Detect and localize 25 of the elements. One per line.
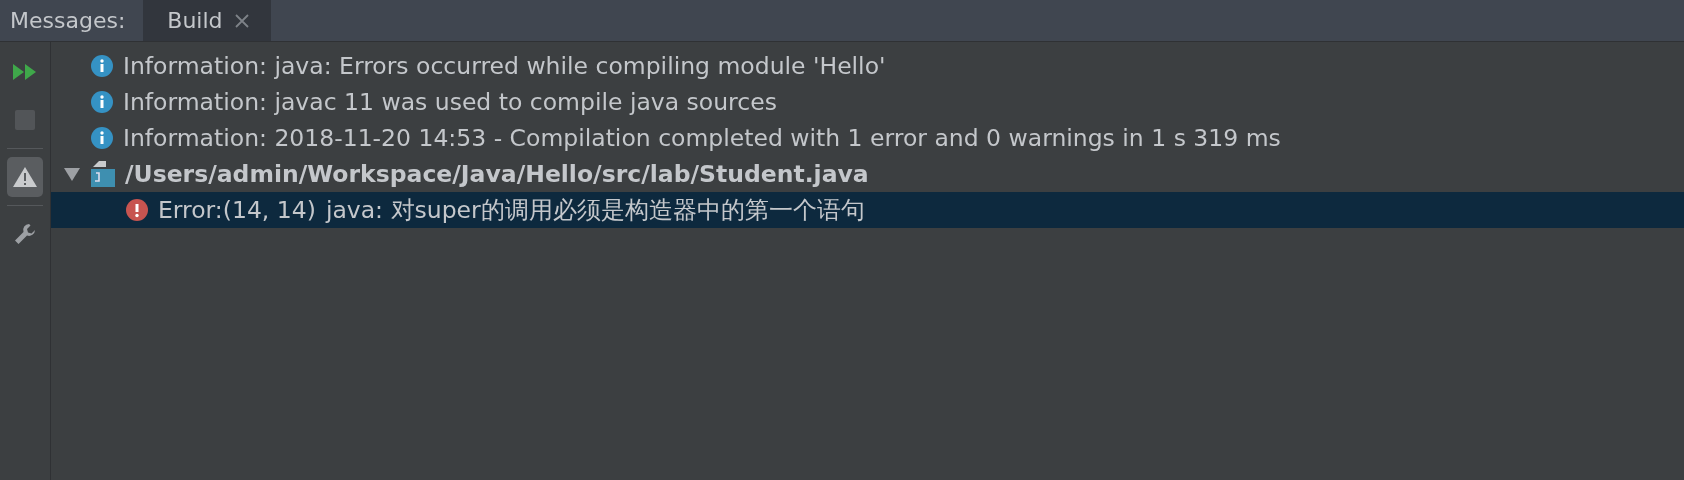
selected-tree-row[interactable]: Error:(14, 14) java: 对super的调用必须是构造器中的第一个语句: [51, 192, 1684, 228]
close-icon[interactable]: [234, 13, 249, 28]
wrench-icon: [14, 223, 36, 245]
info-icon: [91, 55, 113, 77]
rerun-icon: [12, 63, 38, 81]
tree-row[interactable]: Information: java: Errors occurred while compiling module 'Hello': [51, 48, 1684, 84]
info-icon: [91, 127, 113, 149]
expand-toggle-icon[interactable]: [63, 165, 81, 183]
error-location: Error:(14, 14): [158, 196, 316, 224]
tree-row[interactable]: /Users/admin/Workspace/Java/Hello/src/lab/Student.java: [51, 156, 1684, 192]
warnings-button[interactable]: [7, 157, 43, 197]
message-text: java: 对super的调用必须是构造器中的第一个语句: [325, 195, 865, 226]
info-icon: [91, 91, 113, 113]
panel-label: Messages:: [9, 7, 127, 35]
tab[interactable]: Build: [143, 0, 271, 41]
error-icon: [126, 199, 148, 221]
file-path: /Users/admin/Workspace/Java/Hello/src/lab/Student.java: [125, 160, 869, 188]
warning-icon: [12, 166, 38, 188]
tree-row[interactable]: Information: 2018-11-20 14:53 - Compilation completed with 1 error and 0 warnings in 1 s 319 ms: [51, 120, 1684, 156]
java-file-icon: [91, 161, 115, 187]
tab-label: Build: [167, 8, 223, 33]
tree-row[interactable]: Information: javac 11 was used to compile java sources: [51, 84, 1684, 120]
message-text: Information: 2018-11-20 14:53 - Compilation completed with 1 error and 0 warnings in 1 s 319 ms: [123, 124, 1281, 152]
message-text: Information: java: Errors occurred while compiling module 'Hello': [123, 52, 886, 80]
message-text: Information: javac 11 was used to compile java sources: [123, 88, 777, 116]
